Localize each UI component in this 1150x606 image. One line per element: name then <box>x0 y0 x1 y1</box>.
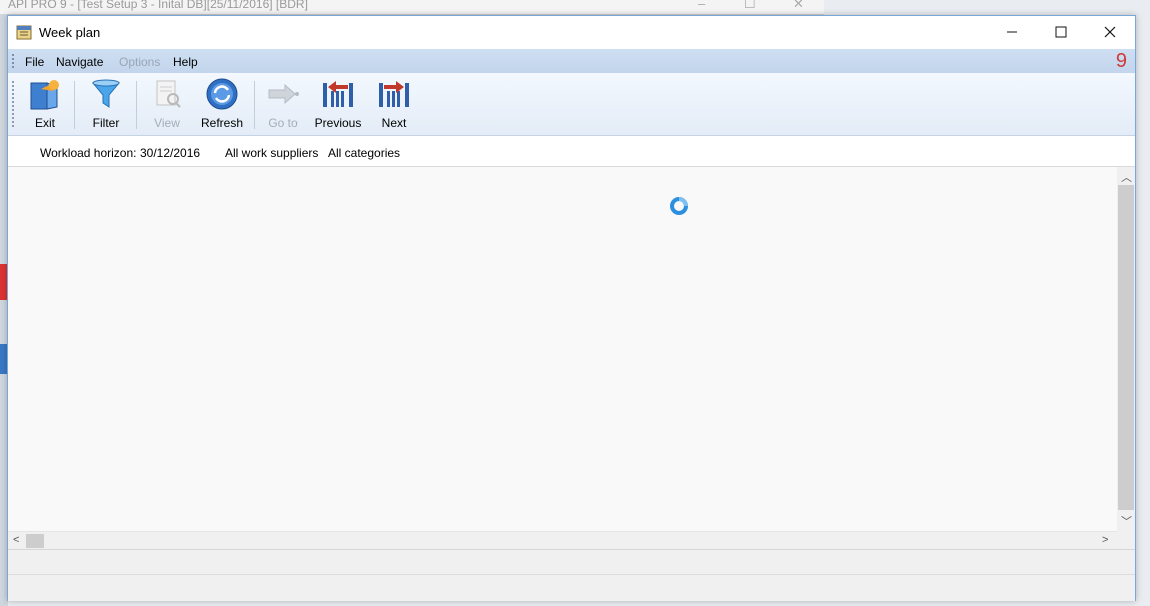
previous-label: Previous <box>314 116 362 130</box>
scrollbar-corner <box>1117 531 1135 549</box>
background-minimize-icon: – <box>698 0 706 11</box>
close-icon <box>1104 26 1116 38</box>
menu-help[interactable]: Help <box>173 55 198 69</box>
scroll-left-icon[interactable]: < <box>13 534 19 546</box>
scroll-up-icon[interactable]: ︿ <box>1121 169 1132 185</box>
filter-button[interactable]: Filter <box>86 77 126 133</box>
scroll-right-icon[interactable]: > <box>1102 534 1108 546</box>
vertical-scroll-thumb[interactable] <box>1118 185 1134 510</box>
close-button[interactable] <box>1087 16 1133 48</box>
goto-label: Go to <box>268 116 298 130</box>
toolbar: Exit Filter View Refresh Go to Previous … <box>8 73 1135 136</box>
filter-label: Filter <box>92 116 120 130</box>
exit-button[interactable]: Exit <box>25 77 65 133</box>
status-bar <box>8 549 1135 601</box>
refresh-icon <box>206 78 238 110</box>
week-plan-icon <box>16 25 32 40</box>
menu-navigate[interactable]: Navigate <box>56 55 103 69</box>
filter-info-bar: Workload horizon: 30/12/2016 All work su… <box>8 136 1135 167</box>
horizontal-scrollbar[interactable]: < > <box>8 531 1117 550</box>
week-plan-content[interactable] <box>8 167 1117 531</box>
brand-logo: 9 <box>1115 50 1127 72</box>
refresh-label: Refresh <box>200 116 244 130</box>
view-icon <box>156 80 181 108</box>
previous-button[interactable]: Previous <box>313 77 363 133</box>
previous-icon <box>323 81 353 107</box>
titlebar: Week plan <box>8 16 1135 49</box>
toolbar-separator <box>254 81 255 129</box>
toolbar-grip[interactable] <box>12 81 17 127</box>
loading-spinner-icon <box>670 197 688 215</box>
week-plan-window: Week plan File Navigate Options Help 9 E… <box>7 15 1136 601</box>
background-window-title: API PRO 9 - [Test Setup 3 - Inital DB][2… <box>8 0 308 11</box>
horizontal-scroll-thumb[interactable] <box>26 534 44 548</box>
window-title: Week plan <box>39 25 101 40</box>
view-button[interactable]: View <box>147 77 187 133</box>
exit-label: Exit <box>34 116 55 130</box>
suppliers-filter: All work suppliers <box>225 146 319 160</box>
maximize-icon <box>1055 26 1067 38</box>
toolbar-separator <box>136 81 137 129</box>
menu-file[interactable]: File <box>25 55 44 69</box>
minimize-icon <box>1007 31 1017 33</box>
menubar: File Navigate Options Help 9 <box>8 49 1135 73</box>
background-close-icon: ✕ <box>793 0 804 11</box>
next-label: Next <box>381 116 407 130</box>
menu-options[interactable]: Options <box>119 55 160 69</box>
goto-icon <box>268 83 299 105</box>
toolbar-separator <box>74 81 75 129</box>
vertical-scrollbar[interactable]: ︿ ﹀ <box>1117 167 1135 531</box>
goto-button[interactable]: Go to <box>263 77 303 133</box>
next-button[interactable]: Next <box>374 77 414 133</box>
view-label: View <box>154 116 180 130</box>
next-icon <box>379 81 409 107</box>
minimize-button[interactable] <box>989 16 1035 48</box>
maximize-button[interactable] <box>1038 16 1084 48</box>
background-window-titlebar: API PRO 9 - [Test Setup 3 - Inital DB][2… <box>0 0 824 15</box>
categories-filter: All categories <box>328 146 401 160</box>
filter-icon <box>91 79 121 108</box>
menubar-grip[interactable] <box>12 54 17 68</box>
refresh-button[interactable]: Refresh <box>199 77 245 133</box>
workload-horizon-value: 30/12/2016 <box>140 146 201 160</box>
background-maximize-icon: ☐ <box>744 0 756 11</box>
exit-icon <box>30 80 59 110</box>
workload-horizon-label: Workload horizon: <box>40 146 137 160</box>
scroll-down-icon[interactable]: ﹀ <box>1121 513 1132 529</box>
